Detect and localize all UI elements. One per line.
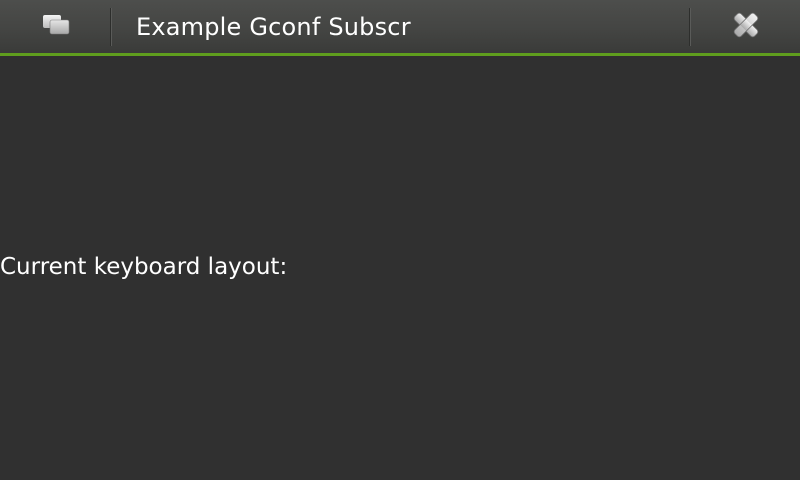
- application-window: Example Gconf Subscr Current keyboard la…: [0, 0, 800, 480]
- close-icon: [733, 12, 759, 38]
- keyboard-layout-label: Current keyboard layout:: [0, 254, 288, 280]
- title-bar: Example Gconf Subscr: [0, 0, 800, 56]
- title-bar-divider-left: [110, 8, 111, 46]
- task-switcher-button[interactable]: [0, 0, 111, 53]
- main-content: Current keyboard layout:: [0, 56, 800, 480]
- window-title: Example Gconf Subscr: [136, 13, 411, 41]
- task-switcher-icon: [43, 15, 70, 35]
